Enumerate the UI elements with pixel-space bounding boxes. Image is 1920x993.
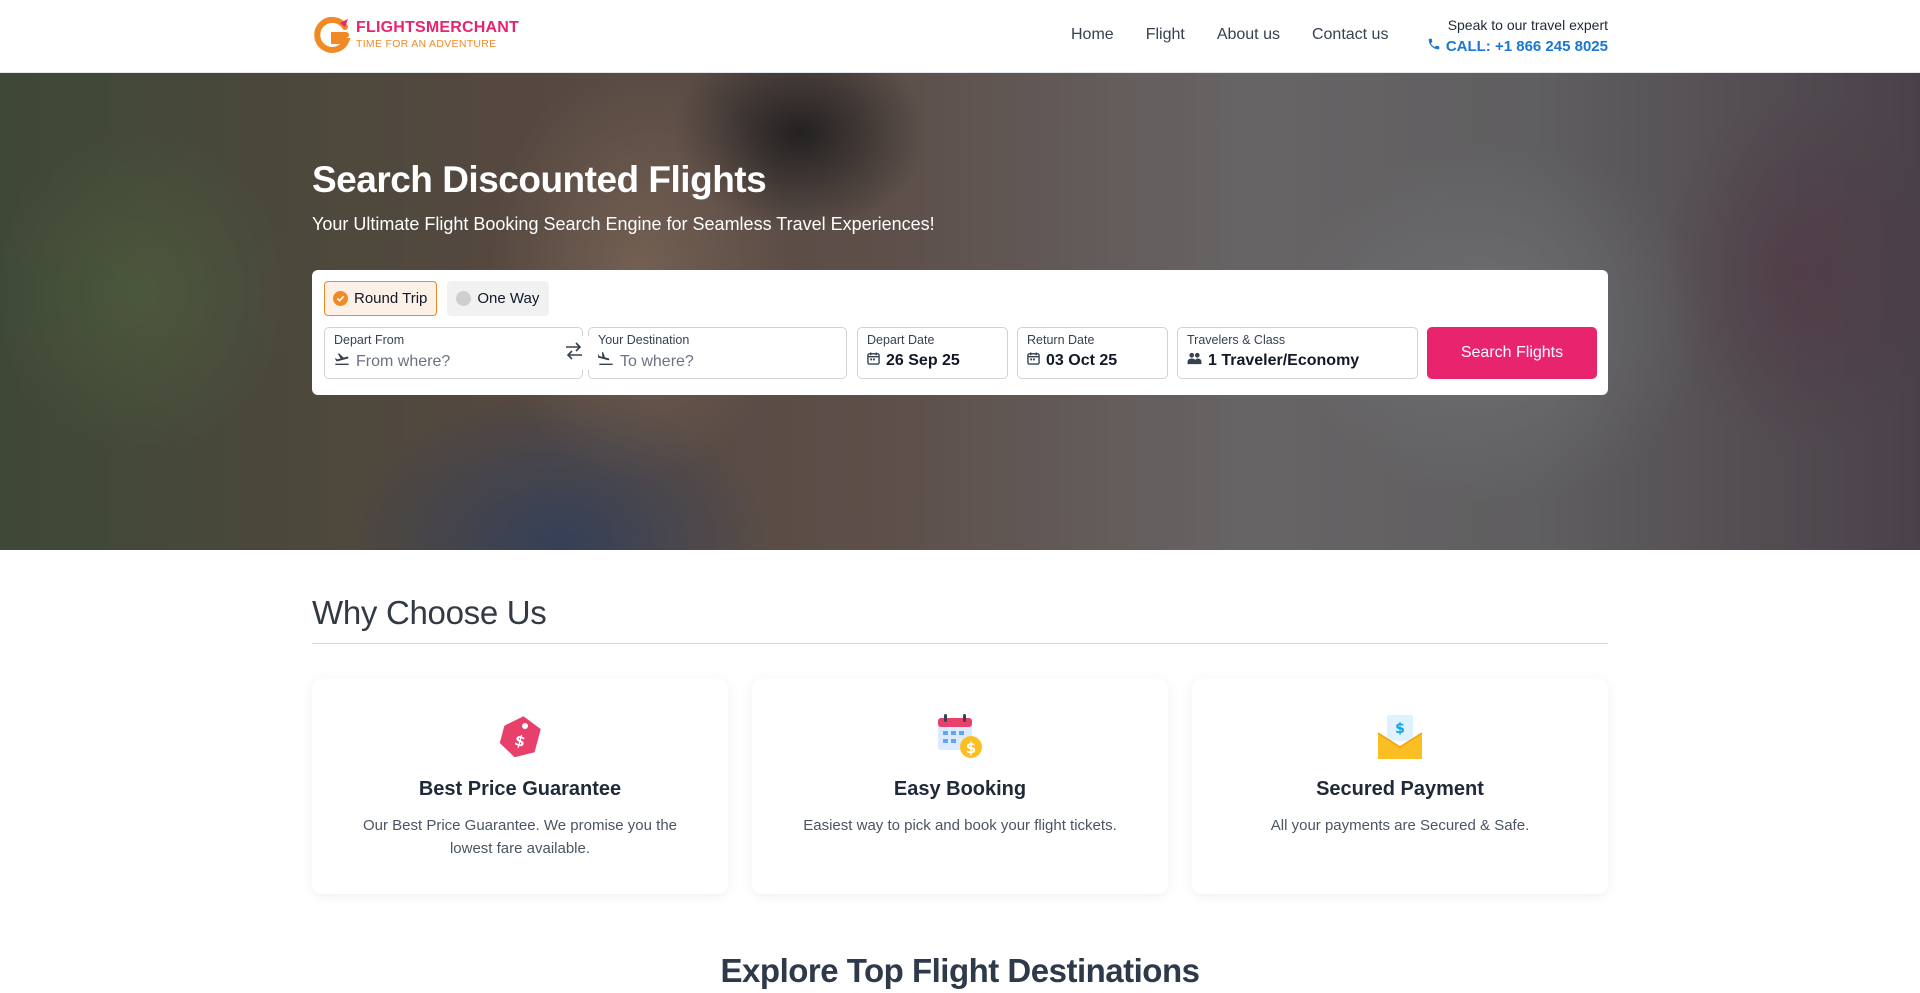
brand-name: FLIGHTSMERCHANT	[356, 19, 519, 37]
nav-flight[interactable]: Flight	[1146, 26, 1185, 44]
hero-subtitle: Your Ultimate Flight Booking Search Engi…	[312, 214, 935, 234]
flight-search-form: Round Trip One Way Depart From From wher…	[312, 270, 1608, 395]
calendar-icon	[1027, 352, 1040, 370]
feature-description: Easiest way to pick and book your flight…	[803, 817, 1117, 834]
feature-description: Our Best Price Guarantee. We promise you…	[362, 817, 678, 857]
swap-arrows-icon	[564, 341, 584, 365]
explore-destinations-title: Explore Top Flight Destinations	[720, 952, 1200, 989]
depart-from-input[interactable]: From where?	[356, 353, 450, 371]
trip-one-way-label: One Way	[477, 290, 540, 307]
calendar-icon	[867, 352, 880, 370]
return-date-field[interactable]: Return Date 03 Oct 25	[1017, 327, 1168, 379]
takeoff-icon	[334, 352, 350, 371]
main-nav: Home Flight About us Contact us	[1071, 26, 1388, 44]
depart-date-label: Depart Date	[867, 333, 935, 347]
brand-logo[interactable]: FLIGHTSMERCHANT TIME FOR AN ADVENTURE	[312, 14, 522, 56]
calendar-money-icon: $	[934, 711, 986, 763]
feature-title: Secured Payment	[1316, 778, 1484, 800]
users-icon	[1187, 352, 1202, 370]
site-header: FLIGHTSMERCHANT TIME FOR AN ADVENTURE Ho…	[0, 0, 1920, 73]
nav-contact-us[interactable]: Contact us	[1312, 26, 1388, 44]
nav-about-us[interactable]: About us	[1217, 26, 1280, 44]
travelers-class-label: Travelers & Class	[1187, 333, 1286, 347]
trip-round-trip-label: Round Trip	[354, 290, 428, 307]
feature-card-secured-payment: $ Secured Payment All your payments are …	[1192, 678, 1608, 894]
secure-envelope-icon: $	[1374, 711, 1426, 763]
trip-type-selector: Round Trip One Way	[324, 281, 550, 316]
radio-unchecked-icon	[456, 291, 472, 306]
nav-home[interactable]: Home	[1071, 26, 1114, 44]
depart-date-value: 26 Sep 25	[886, 352, 960, 369]
depart-date-field[interactable]: Depart Date 26 Sep 25	[857, 327, 1008, 379]
svg-text:$: $	[1395, 721, 1405, 737]
svg-text:$: $	[966, 739, 976, 757]
feature-card-best-price: $ Best Price Guarantee Our Best Price Gu…	[312, 678, 728, 894]
search-flights-button[interactable]: Search Flights	[1427, 327, 1597, 379]
trip-one-way[interactable]: One Way	[447, 281, 550, 316]
phone-number: CALL: +1 866 245 8025	[1445, 37, 1608, 55]
why-choose-us-title: Why Choose Us	[312, 594, 547, 631]
return-date-label: Return Date	[1027, 333, 1095, 347]
brand-tagline: TIME FOR AN ADVENTURE	[356, 38, 497, 51]
hero-banner: Search Discounted Flights Your Ultimate …	[0, 73, 1920, 550]
call-phone-link[interactable]: CALL: +1 866 245 8025	[1427, 37, 1608, 55]
feature-description: All your payments are Secured & Safe.	[1270, 817, 1530, 834]
feature-card-easy-booking: $ Easy Booking Easiest way to pick and b…	[752, 678, 1168, 894]
contact-label: Speak to our travel expert	[1447, 17, 1608, 33]
destination-label: Your Destination	[598, 333, 690, 347]
radio-checked-icon	[333, 291, 348, 306]
landing-icon	[597, 352, 614, 371]
feature-title: Best Price Guarantee	[418, 778, 622, 800]
travelers-class-value: 1 Traveler/Economy	[1208, 352, 1360, 369]
destination-field[interactable]: Your Destination To where?	[588, 327, 847, 379]
swap-button[interactable]	[557, 336, 591, 370]
hero-title: Search Discounted Flights	[312, 159, 767, 200]
price-tag-icon: $	[494, 711, 546, 763]
contact-block: Speak to our travel expert CALL: +1 866 …	[1427, 17, 1608, 55]
trip-round-trip[interactable]: Round Trip	[324, 281, 438, 316]
destination-input[interactable]: To where?	[620, 353, 694, 371]
phone-icon	[1427, 37, 1441, 55]
section-divider	[312, 643, 1608, 644]
logo-mark-icon	[312, 15, 352, 55]
travelers-class-field[interactable]: Travelers & Class 1 Traveler/Economy	[1177, 327, 1418, 379]
feature-title: Easy Booking	[893, 778, 1027, 800]
return-date-value: 03 Oct 25	[1046, 352, 1118, 369]
depart-from-field[interactable]: Depart From From where?	[324, 327, 583, 379]
depart-from-label: Depart From	[334, 333, 405, 347]
